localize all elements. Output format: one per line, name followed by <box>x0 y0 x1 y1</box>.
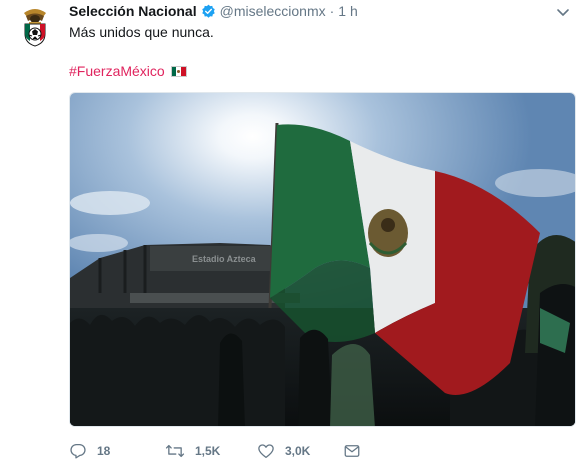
timestamp[interactable]: 1 h <box>338 3 357 19</box>
tweet-image[interactable]: Estadio Azteca <box>69 92 576 427</box>
avatar[interactable] <box>12 3 58 49</box>
retweet-icon <box>165 444 185 458</box>
mexico-flag-emoji <box>170 65 187 77</box>
tweet-hashtag-line: #FuerzaMéxico <box>69 62 187 80</box>
display-name[interactable]: Selección Nacional <box>69 3 197 19</box>
like-button[interactable]: 3,0K <box>257 442 347 460</box>
like-count: 3,0K <box>285 444 311 458</box>
direct-message-icon <box>344 445 360 457</box>
hashtag-link[interactable]: #FuerzaMéxico <box>69 62 165 80</box>
handle[interactable]: @miseleccionmx <box>220 3 326 19</box>
stadium-sign: Estadio Azteca <box>192 254 257 264</box>
tweet-text: Más unidos que nunca. <box>69 24 214 40</box>
chevron-down-icon[interactable] <box>556 5 570 16</box>
verified-badge-icon <box>201 4 216 19</box>
like-icon <box>258 444 274 459</box>
direct-message-button[interactable] <box>343 442 373 460</box>
retweet-count: 1,5K <box>195 444 221 458</box>
reply-icon <box>70 443 86 459</box>
reply-button[interactable]: 18 <box>69 442 139 460</box>
tweet-actions: 18 1,5K 3,0K <box>69 441 373 461</box>
stadium-flag-photo: Estadio Azteca <box>70 93 575 426</box>
reply-count: 18 <box>97 444 111 458</box>
separator-dot: · <box>329 3 335 19</box>
retweet-button[interactable]: 1,5K <box>165 442 257 460</box>
tweet-header: Selección Nacional @miseleccionmx · 1 h <box>69 1 358 21</box>
tweet: Selección Nacional @miseleccionmx · 1 h … <box>0 0 586 467</box>
